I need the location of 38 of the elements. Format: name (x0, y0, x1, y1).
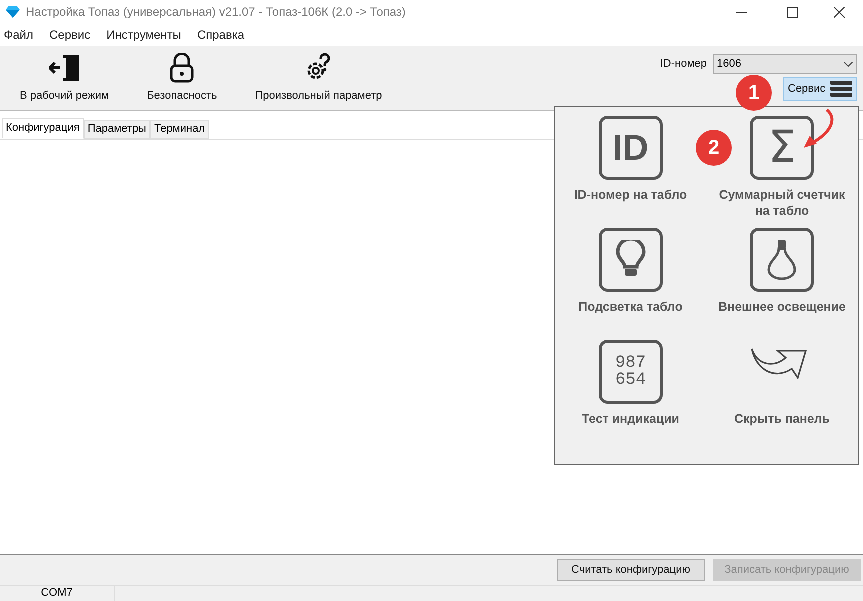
hanging-lightbulb-icon (750, 228, 814, 292)
tab[interactable]: Конфигурация (2, 118, 84, 139)
window-title: Настройка Топаз (универсальная) v21.07 - Топаз-106К (2.0 -> Топаз) (26, 4, 407, 21)
maximize-icon[interactable] (787, 6, 798, 18)
status-port: COM7 (41, 586, 73, 601)
service-tile[interactable]: Внешнее освещение (706, 227, 858, 339)
tile-label: Внешнее освещение (718, 299, 847, 315)
sigma-icon: Σ (750, 116, 814, 180)
menu-item[interactable]: Справка (195, 26, 247, 44)
tab[interactable]: Параметры (84, 120, 150, 139)
door-exit-icon (48, 52, 81, 82)
digital-display-icon: 987 654 (598, 340, 663, 404)
close-icon[interactable] (834, 6, 845, 18)
chevron-down-icon (844, 62, 853, 66)
tile-label: ID-номер на табло (573, 187, 688, 203)
id-tile-icon: ID (598, 116, 663, 180)
toolbar-button[interactable]: В рабочий режим (20, 52, 110, 104)
service-tile[interactable]: Подсветка табло (555, 227, 706, 339)
toolbar-button[interactable]: Произвольный параметр (255, 52, 382, 104)
service-menu-button[interactable]: Сервис (783, 77, 857, 101)
lightbulb-icon (598, 228, 663, 292)
menu-item[interactable]: Сервис (48, 26, 93, 44)
id-dropdown[interactable]: 1606 (713, 54, 857, 74)
tile-label: Тест индикации (581, 411, 680, 427)
tab[interactable]: Терминал (150, 120, 210, 139)
menu-icon (830, 81, 852, 97)
menu-item[interactable]: Инструменты (104, 26, 184, 44)
menu-item[interactable]: Файл (2, 26, 36, 44)
field-label: ID-номер (660, 56, 707, 72)
tile-label: Скрыть панель (733, 411, 831, 427)
gem-icon (6, 6, 20, 18)
service-tile[interactable]: Скрыть панель (706, 339, 858, 451)
tile-label: Суммарный счетчик на табло (718, 187, 846, 219)
service-tile[interactable]: 987 654 Тест индикации (555, 339, 706, 451)
read-config-button[interactable]: Считать конфигурацию (557, 559, 705, 581)
tile-label: Подсветка табло (578, 299, 684, 315)
padlock-icon (170, 52, 194, 82)
toolbar-button[interactable]: Безопасность (147, 52, 218, 104)
